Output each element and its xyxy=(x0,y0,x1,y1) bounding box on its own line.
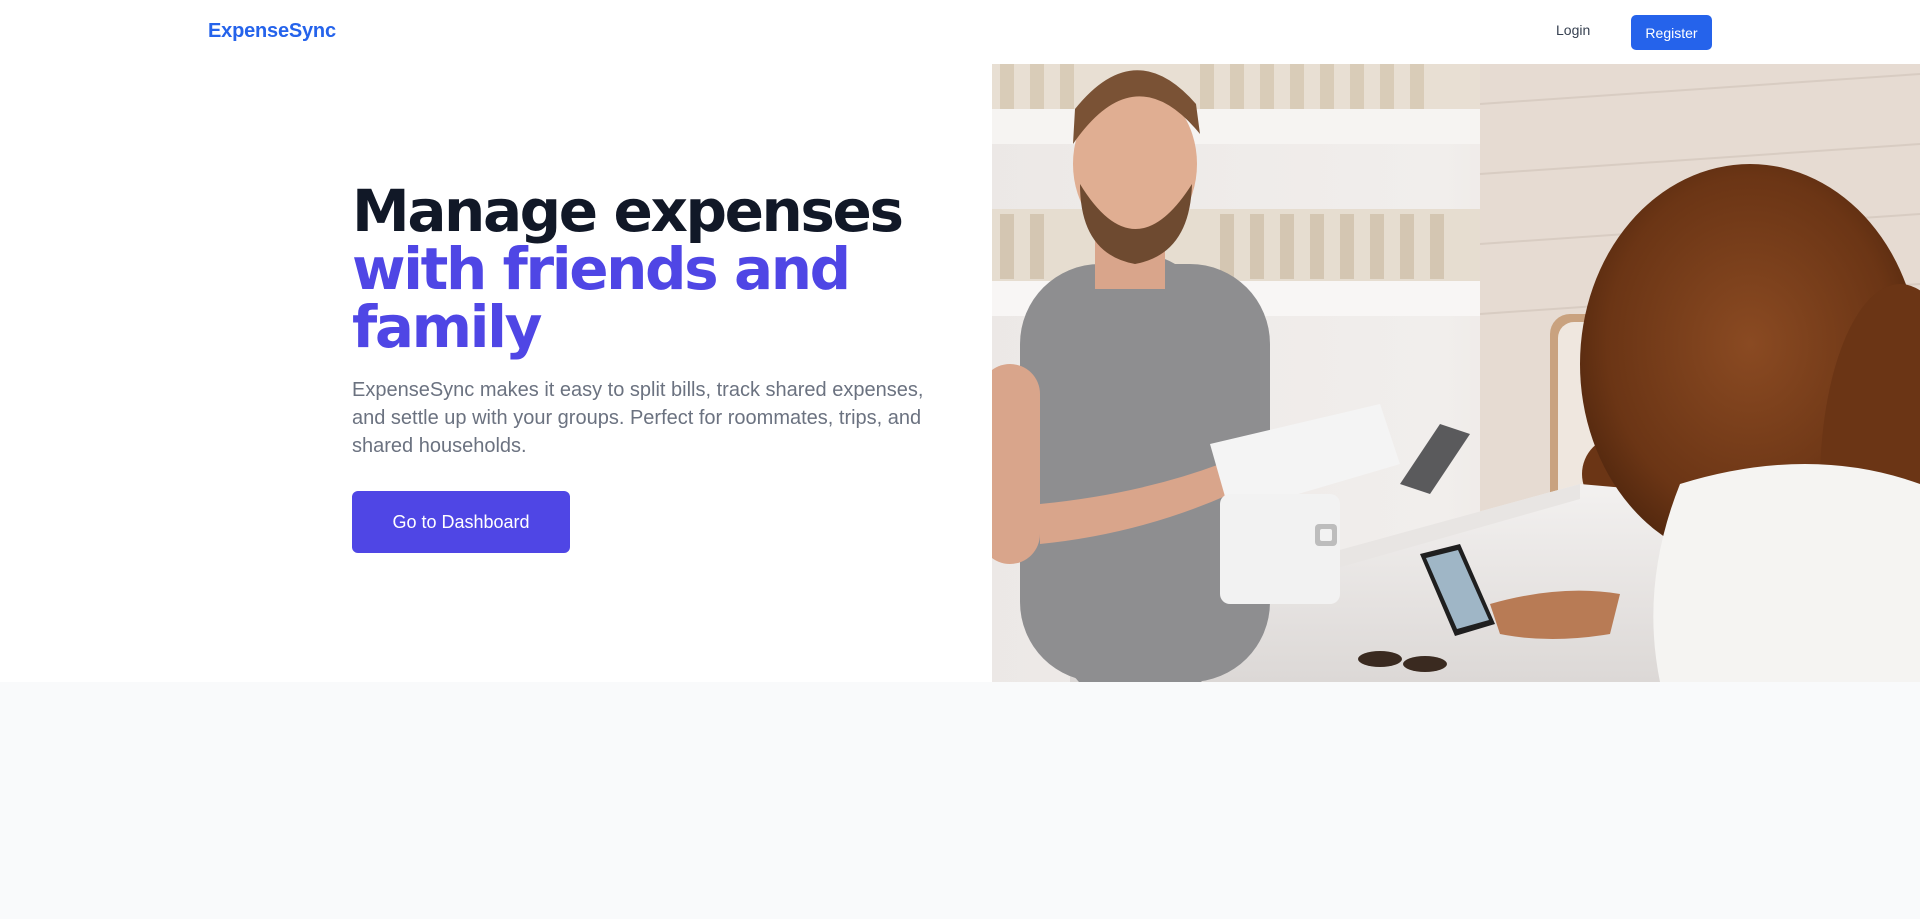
brand-logo[interactable]: ExpenseSync xyxy=(208,20,336,43)
headline-line-2: with friends and family xyxy=(352,235,851,361)
hero-content: Manage expenses with friends and family … xyxy=(352,182,942,553)
checkout-scene-illustration xyxy=(960,64,1920,682)
hero-photo xyxy=(960,64,1920,682)
photo-left-border xyxy=(960,176,992,682)
headline-line-1: Manage expenses xyxy=(352,177,904,245)
hero-headline: Manage expenses with friends and family xyxy=(352,182,942,356)
top-navbar: ExpenseSync Login Register xyxy=(0,0,1920,64)
hero-description: ExpenseSync makes it easy to split bills… xyxy=(352,379,924,457)
hero-section: Manage expenses with friends and family … xyxy=(0,64,1920,682)
go-to-dashboard-button[interactable]: Go to Dashboard xyxy=(352,491,570,553)
photo-corner-notch xyxy=(960,64,992,176)
register-button[interactable]: Register xyxy=(1631,15,1712,50)
login-button[interactable]: Login xyxy=(1556,22,1590,38)
